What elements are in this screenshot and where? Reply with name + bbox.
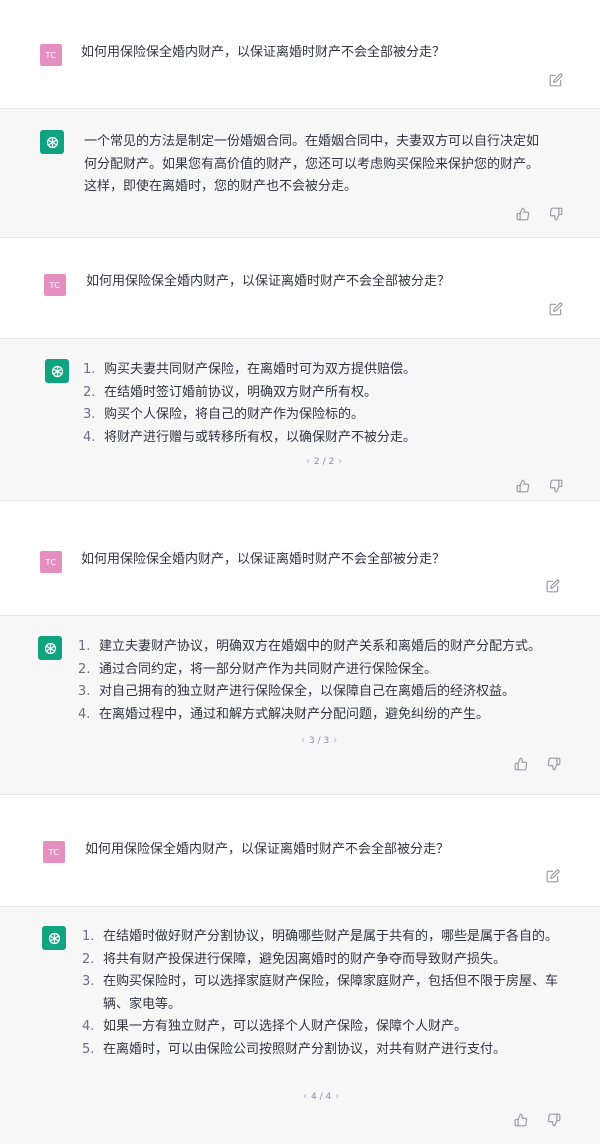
list-item-number: 2. <box>78 661 91 677</box>
list-item-text: 在离婚过程中，通过和解方式解决财产分配问题，避免纠纷的产生。 <box>99 706 490 722</box>
list-item-number: 1. <box>78 639 91 654</box>
pager-label: 3 / 3 <box>309 735 330 746</box>
answer-line: 这样，即使在离婚时，您的财产也不会被分走。 <box>84 179 358 194</box>
user-message-1: TC 如何用保险保全婚内财产，以保证离婚时财产不会全部被分走？ <box>0 0 600 108</box>
user-avatar: TC <box>40 551 62 573</box>
list-item-text: 将财产进行赠与或转移所有权，以确保财产不被分走。 <box>104 429 417 445</box>
answer-line: 何分配财产。如果您有高价值的财产，您还可以考虑购买保险来保护您的财产。 <box>84 156 540 172</box>
previous-response-button[interactable]: ‹ <box>306 456 310 467</box>
edit-icon[interactable] <box>546 869 560 883</box>
previous-response-button[interactable]: ‹ <box>301 735 305 746</box>
thumbs-up-icon[interactable] <box>514 1113 528 1127</box>
list-item-text: 在购买保险时，可以选择家庭财产保险，保障家庭财产，包括但不限于房屋、车辆、家电等… <box>103 974 559 1012</box>
list-item-number: 2. <box>83 384 96 400</box>
user-avatar: TC <box>44 274 66 296</box>
list-item-number: 1. <box>83 362 96 377</box>
list-item-number: 3. <box>82 974 95 989</box>
list-item-text: 建立夫妻财产协议，明确双方在婚姻中的财产关系和离婚后的财产分配方式。 <box>99 639 542 654</box>
list-item: 4. 将财产进行赠与或转移所有权，以确保财产不被分走。 <box>83 427 574 450</box>
assistant-logo-icon <box>42 926 66 950</box>
list-item-text: 在结婚时签订婚前协议，明确双方财产所有权。 <box>104 384 378 400</box>
list-item-text: 购买个人保险，将自己的财产作为保险标的。 <box>104 407 365 422</box>
list-item: 3. 在购买保险时，可以选择家庭财产保险，保障家庭财产，包括但不限于房屋、车辆、家… <box>82 971 581 1016</box>
assistant-answer-list: 1. 购买夫妻共同财产保险，在离婚时可为双方提供赔偿。 2. 在结婚时签订婚前协议，… <box>83 359 574 449</box>
list-item-text: 对自己拥有的独立财产进行保险保全，以保障自己在离婚后的经济权益。 <box>99 684 516 699</box>
next-response-button[interactable]: › <box>333 735 337 746</box>
assistant-logo-icon <box>38 636 62 660</box>
list-item-number: 4. <box>82 1019 95 1034</box>
user-question-text: 如何用保险保全婚内财产，以保证离婚时财产不会全部被分走？ <box>86 274 451 289</box>
list-item: 3. 对自己拥有的独立财产进行保险保全，以保障自己在离婚后的经济权益。 <box>78 681 599 704</box>
list-item: 1. 建立夫妻财产协议，明确双方在婚姻中的财产关系和离婚后的财产分配方式。 <box>78 636 599 659</box>
list-item-number: 3. <box>83 407 96 422</box>
list-item-text: 通过合同约定，将一部分财产作为共同财产进行保险保全。 <box>99 661 438 677</box>
list-item-text: 将共有财产投保进行保障，避免因离婚时的财产争夺而导致财产损失。 <box>103 951 507 967</box>
list-item-text: 在结婚时做好财产分割协议，明确哪些财产是属于共有的，哪些是属于各自的。 <box>103 929 559 944</box>
user-avatar: TC <box>40 44 62 66</box>
user-question-text: 如何用保险保全婚内财产，以保证离婚时财产不会全部被分走？ <box>85 842 450 857</box>
list-item-text: 如果一方有独立财产，可以选择个人财产保险，保障个人财产。 <box>103 1019 468 1034</box>
assistant-message-3: 1. 建立夫妻财产协议，明确双方在婚姻中的财产关系和离婚后的财产分配方式。 2. 通… <box>0 616 600 794</box>
pager-label: 2 / 2 <box>314 456 335 467</box>
list-item-number: 3. <box>78 684 91 699</box>
assistant-message-1: 一个常见的方法是制定一份婚姻合同。在婚姻合同中，夫妻双方可以自行决定如 何分配财… <box>0 109 600 237</box>
user-avatar: TC <box>43 841 65 863</box>
assistant-answer: 一个常见的方法是制定一份婚姻合同。在婚姻合同中，夫妻双方可以自行决定如 何分配财… <box>84 131 564 199</box>
user-question-text: 如何用保险保全婚内财产，以保证离婚时财产不会全部被分走？ <box>81 552 446 567</box>
assistant-logo-icon <box>45 359 69 383</box>
next-response-button[interactable]: › <box>335 1091 339 1102</box>
list-item: 4. 如果一方有独立财产，可以选择个人财产保险，保障个人财产。 <box>82 1016 581 1039</box>
edit-icon[interactable] <box>546 579 560 593</box>
thumbs-up-icon[interactable] <box>514 757 528 771</box>
list-item: 2. 将共有财产投保进行保障，避免因离婚时的财产争夺而导致财产损失。 <box>82 949 581 972</box>
list-item: 2. 在结婚时签订婚前协议，明确双方财产所有权。 <box>83 382 574 405</box>
thumbs-down-icon[interactable] <box>549 479 563 493</box>
response-pager: ‹ 3 / 3 › <box>301 735 337 746</box>
response-pager: ‹ 2 / 2 › <box>306 456 342 467</box>
list-item: 5. 在离婚时，可以由保险公司按照财产分割协议，对共有财产进行支付。 <box>82 1039 581 1062</box>
assistant-message-4: 1. 在结婚时做好财产分割协议，明确哪些财产是属于共有的，哪些是属于各自的。 2.… <box>0 907 600 1144</box>
previous-response-button[interactable]: ‹ <box>303 1091 307 1102</box>
list-item-number: 1. <box>82 929 95 944</box>
thumbs-up-icon[interactable] <box>516 207 530 221</box>
user-question-text: 如何用保险保全婚内财产，以保证离婚时财产不会全部被分走？ <box>81 45 446 60</box>
assistant-answer-list: 1. 在结婚时做好财产分割协议，明确哪些财产是属于共有的，哪些是属于各自的。 2.… <box>82 926 581 1061</box>
next-response-button[interactable]: › <box>338 456 342 467</box>
user-message-4: TC 如何用保险保全婚内财产，以保证离婚时财产不会全部被分走？ <box>0 795 600 906</box>
list-item: 1. 购买夫妻共同财产保险，在离婚时可为双方提供赔偿。 <box>83 359 574 382</box>
list-item: 1. 在结婚时做好财产分割协议，明确哪些财产是属于共有的，哪些是属于各自的。 <box>82 926 581 949</box>
assistant-answer-list: 1. 建立夫妻财产协议，明确双方在婚姻中的财产关系和离婚后的财产分配方式。 2. 通… <box>78 636 599 726</box>
answer-line: 一个常见的方法是制定一份婚姻合同。在婚姻合同中，夫妻双方可以自行决定如 <box>84 134 540 149</box>
thumbs-up-icon[interactable] <box>516 479 530 493</box>
thumbs-down-icon[interactable] <box>549 207 563 221</box>
list-item-number: 5. <box>82 1041 95 1057</box>
list-item-number: 4. <box>83 429 96 445</box>
assistant-logo-icon <box>40 130 64 154</box>
assistant-message-2: 1. 购买夫妻共同财产保险，在离婚时可为双方提供赔偿。 2. 在结婚时签订婚前协议，… <box>0 339 600 500</box>
list-item-text: 购买夫妻共同财产保险，在离婚时可为双方提供赔偿。 <box>104 362 417 377</box>
user-message-2: TC 如何用保险保全婚内财产，以保证离婚时财产不会全部被分走？ <box>0 238 600 338</box>
list-item-number: 4. <box>78 706 91 722</box>
list-item: 3. 购买个人保险，将自己的财产作为保险标的。 <box>83 404 574 427</box>
list-item: 2. 通过合同约定，将一部分财产作为共同财产进行保险保全。 <box>78 659 599 682</box>
list-item-text: 在离婚时，可以由保险公司按照财产分割协议，对共有财产进行支付。 <box>103 1041 507 1057</box>
thumbs-down-icon[interactable] <box>547 1113 561 1127</box>
thumbs-down-icon[interactable] <box>547 757 561 771</box>
response-pager: ‹ 4 / 4 › <box>303 1091 339 1102</box>
user-message-3: TC 如何用保险保全婚内财产，以保证离婚时财产不会全部被分走？ <box>0 501 600 615</box>
pager-label: 4 / 4 <box>311 1091 332 1102</box>
list-item: 4. 在离婚过程中，通过和解方式解决财产分配问题，避免纠纷的产生。 <box>78 704 599 727</box>
edit-icon[interactable] <box>549 302 563 316</box>
list-item-number: 2. <box>82 951 95 967</box>
edit-icon[interactable] <box>549 73 563 87</box>
